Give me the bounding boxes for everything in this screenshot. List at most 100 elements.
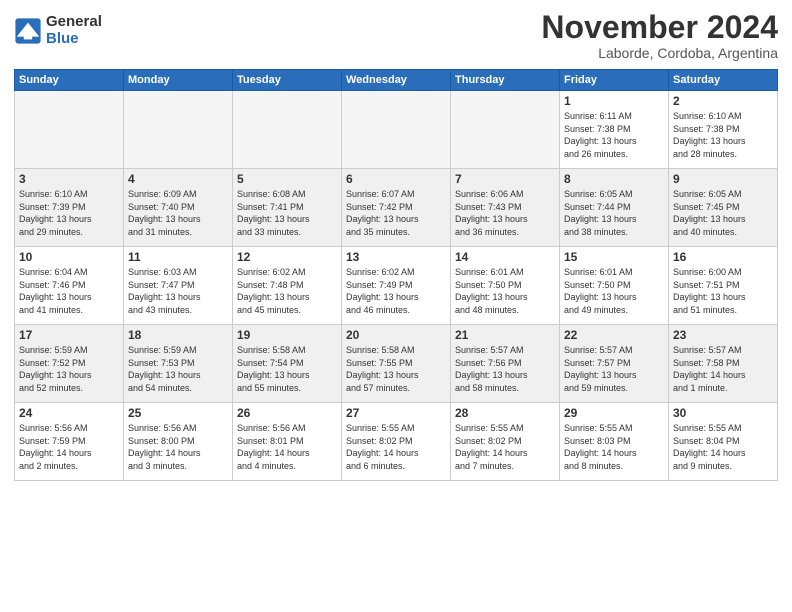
calendar-cell: 1 Sunrise: 6:11 AMSunset: 7:38 PMDaylight… — [560, 91, 669, 169]
day-number: 6 — [346, 172, 446, 186]
day-number: 27 — [346, 406, 446, 420]
calendar-cell: 19Sunrise: 5:58 AMSunset: 7:54 PMDayligh… — [233, 325, 342, 403]
cell-details: Sunrise: 5:56 AMSunset: 8:00 PMDaylight:… — [128, 422, 228, 472]
cell-details: Sunrise: 6:10 AMSunset: 7:38 PMDaylight:… — [673, 110, 773, 160]
day-number: 21 — [455, 328, 555, 342]
calendar-cell: 28 Sunrise: 5:55 AMSunset: 8:02 PMDayligh… — [451, 403, 560, 481]
day-number: 9 — [673, 172, 773, 186]
calendar-cell: 27 Sunrise: 5:55 AMSunset: 8:02 PMDayligh… — [342, 403, 451, 481]
day-number: 14 — [455, 250, 555, 264]
day-number: 30 — [673, 406, 773, 420]
day-number: 16 — [673, 250, 773, 264]
day-number: 28 — [455, 406, 555, 420]
day-number: 4 — [128, 172, 228, 186]
calendar-cell: 25 Sunrise: 5:56 AMSunset: 8:00 PMDayligh… — [124, 403, 233, 481]
cell-details: Sunrise: 5:56 AMSunset: 8:01 PMDaylight:… — [237, 422, 337, 472]
day-number: 17 — [19, 328, 119, 342]
weekday-header-sunday: Sunday — [15, 70, 124, 91]
calendar-page: General Blue November 2024 Laborde, Cord… — [0, 0, 792, 612]
cell-details: Sunrise: 6:06 AMSunset: 7:43 PMDaylight:… — [455, 188, 555, 238]
calendar-cell: 21Sunrise: 5:57 AMSunset: 7:56 PMDayligh… — [451, 325, 560, 403]
logo-icon — [14, 17, 42, 45]
calendar-cell: 26 Sunrise: 5:56 AMSunset: 8:01 PMDayligh… — [233, 403, 342, 481]
month-title: November 2024 — [541, 10, 778, 45]
calendar-cell: 20 Sunrise: 5:58 AMSunset: 7:55 PMDayligh… — [342, 325, 451, 403]
weekday-header-wednesday: Wednesday — [342, 70, 451, 91]
calendar-cell: 23 Sunrise: 5:57 AMSunset: 7:58 PMDayligh… — [669, 325, 778, 403]
calendar-cell: 16 Sunrise: 6:00 AMSunset: 7:51 PMDayligh… — [669, 247, 778, 325]
calendar-cell: 2 Sunrise: 6:10 AMSunset: 7:38 PMDaylight… — [669, 91, 778, 169]
day-number: 23 — [673, 328, 773, 342]
cell-details: Sunrise: 6:01 AMSunset: 7:50 PMDaylight:… — [564, 266, 664, 316]
cell-details: Sunrise: 5:56 AMSunset: 7:59 PMDaylight:… — [19, 422, 119, 472]
cell-details: Sunrise: 6:04 AMSunset: 7:46 PMDaylight:… — [19, 266, 119, 316]
cell-details: Sunrise: 6:02 AMSunset: 7:49 PMDaylight:… — [346, 266, 446, 316]
week-row-3: 10 Sunrise: 6:04 AMSunset: 7:46 PMDayligh… — [15, 247, 778, 325]
calendar-cell: 29Sunrise: 5:55 AMSunset: 8:03 PMDayligh… — [560, 403, 669, 481]
day-number: 25 — [128, 406, 228, 420]
day-number: 29 — [564, 406, 664, 420]
cell-details: Sunrise: 6:11 AMSunset: 7:38 PMDaylight:… — [564, 110, 664, 160]
calendar-cell: 13 Sunrise: 6:02 AMSunset: 7:49 PMDayligh… — [342, 247, 451, 325]
day-number: 12 — [237, 250, 337, 264]
day-number: 1 — [564, 94, 664, 108]
day-number: 26 — [237, 406, 337, 420]
weekday-header-monday: Monday — [124, 70, 233, 91]
calendar-cell: 17 Sunrise: 5:59 AMSunset: 7:52 PMDayligh… — [15, 325, 124, 403]
cell-details: Sunrise: 5:58 AMSunset: 7:55 PMDaylight:… — [346, 344, 446, 394]
calendar-cell: 18Sunrise: 5:59 AMSunset: 7:53 PMDayligh… — [124, 325, 233, 403]
day-number: 24 — [19, 406, 119, 420]
day-number: 11 — [128, 250, 228, 264]
day-number: 7 — [455, 172, 555, 186]
cell-details: Sunrise: 5:59 AMSunset: 7:52 PMDaylight:… — [19, 344, 119, 394]
logo-text: General Blue — [46, 14, 102, 47]
calendar-cell: 9 Sunrise: 6:05 AMSunset: 7:45 PMDaylight… — [669, 169, 778, 247]
day-number: 13 — [346, 250, 446, 264]
calendar-cell: 7 Sunrise: 6:06 AMSunset: 7:43 PMDaylight… — [451, 169, 560, 247]
weekday-header-tuesday: Tuesday — [233, 70, 342, 91]
cell-details: Sunrise: 5:57 AMSunset: 7:58 PMDaylight:… — [673, 344, 773, 394]
calendar-cell: 10 Sunrise: 6:04 AMSunset: 7:46 PMDayligh… — [15, 247, 124, 325]
week-row-2: 3Sunrise: 6:10 AMSunset: 7:39 PMDaylight… — [15, 169, 778, 247]
header: General Blue November 2024 Laborde, Cord… — [14, 10, 778, 61]
cell-details: Sunrise: 5:55 AMSunset: 8:02 PMDaylight:… — [455, 422, 555, 472]
logo-blue: Blue — [46, 31, 102, 48]
cell-details: Sunrise: 5:55 AMSunset: 8:04 PMDaylight:… — [673, 422, 773, 472]
cell-details: Sunrise: 6:01 AMSunset: 7:50 PMDaylight:… — [455, 266, 555, 316]
calendar-cell — [15, 91, 124, 169]
calendar-cell — [451, 91, 560, 169]
cell-details: Sunrise: 5:57 AMSunset: 7:57 PMDaylight:… — [564, 344, 664, 394]
cell-details: Sunrise: 6:05 AMSunset: 7:45 PMDaylight:… — [673, 188, 773, 238]
cell-details: Sunrise: 5:58 AMSunset: 7:54 PMDaylight:… — [237, 344, 337, 394]
calendar-cell — [233, 91, 342, 169]
cell-details: Sunrise: 6:00 AMSunset: 7:51 PMDaylight:… — [673, 266, 773, 316]
cell-details: Sunrise: 6:05 AMSunset: 7:44 PMDaylight:… — [564, 188, 664, 238]
day-number: 2 — [673, 94, 773, 108]
calendar-cell — [124, 91, 233, 169]
title-area: November 2024 Laborde, Cordoba, Argentin… — [541, 10, 778, 61]
day-number: 15 — [564, 250, 664, 264]
cell-details: Sunrise: 6:07 AMSunset: 7:42 PMDaylight:… — [346, 188, 446, 238]
cell-details: Sunrise: 6:08 AMSunset: 7:41 PMDaylight:… — [237, 188, 337, 238]
day-number: 22 — [564, 328, 664, 342]
logo: General Blue — [14, 14, 102, 47]
cell-details: Sunrise: 5:55 AMSunset: 8:02 PMDaylight:… — [346, 422, 446, 472]
calendar-cell: 3Sunrise: 6:10 AMSunset: 7:39 PMDaylight… — [15, 169, 124, 247]
calendar-table: SundayMondayTuesdayWednesdayThursdayFrid… — [14, 69, 778, 481]
logo-general: General — [46, 14, 102, 31]
weekday-header-thursday: Thursday — [451, 70, 560, 91]
week-row-4: 17 Sunrise: 5:59 AMSunset: 7:52 PMDayligh… — [15, 325, 778, 403]
weekday-header-saturday: Saturday — [669, 70, 778, 91]
calendar-cell: 24 Sunrise: 5:56 AMSunset: 7:59 PMDayligh… — [15, 403, 124, 481]
day-number: 18 — [128, 328, 228, 342]
calendar-cell: 5 Sunrise: 6:08 AMSunset: 7:41 PMDaylight… — [233, 169, 342, 247]
weekday-header-friday: Friday — [560, 70, 669, 91]
calendar-cell: 8 Sunrise: 6:05 AMSunset: 7:44 PMDaylight… — [560, 169, 669, 247]
day-number: 8 — [564, 172, 664, 186]
calendar-cell: 12Sunrise: 6:02 AMSunset: 7:48 PMDayligh… — [233, 247, 342, 325]
day-number: 20 — [346, 328, 446, 342]
day-number: 5 — [237, 172, 337, 186]
day-number: 10 — [19, 250, 119, 264]
week-row-1: 1 Sunrise: 6:11 AMSunset: 7:38 PMDaylight… — [15, 91, 778, 169]
calendar-cell — [342, 91, 451, 169]
